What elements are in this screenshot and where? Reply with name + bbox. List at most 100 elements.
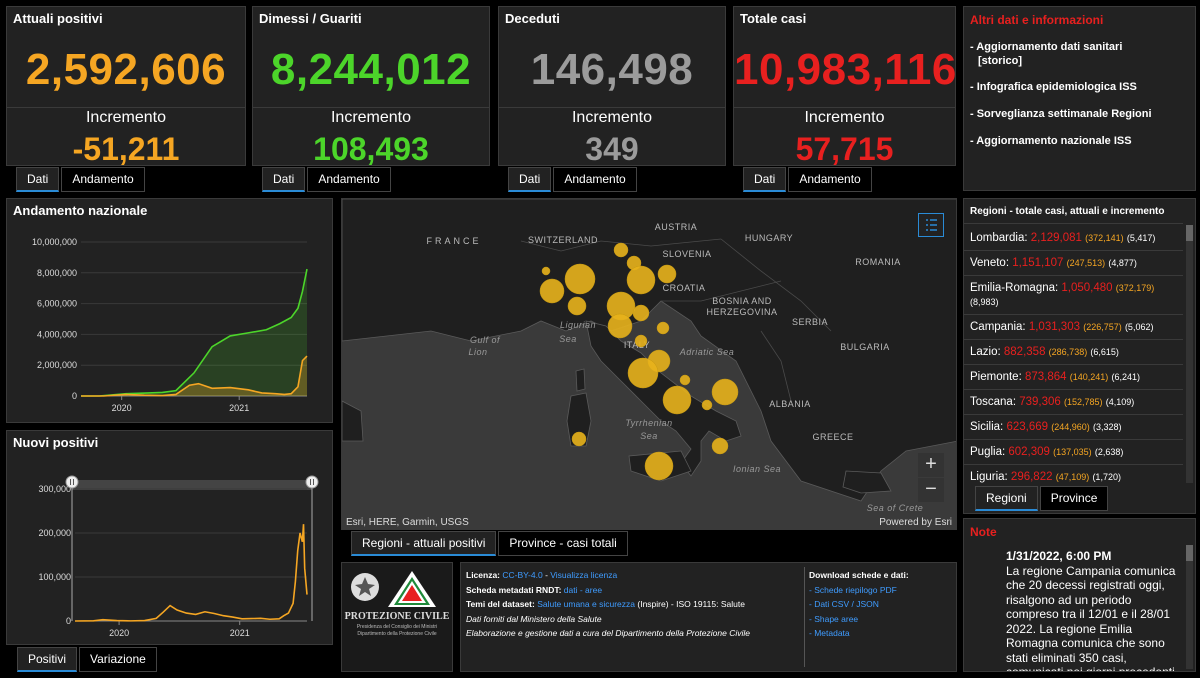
notes-scrollbar[interactable]	[1186, 545, 1193, 669]
region-bubble[interactable]	[657, 264, 677, 284]
zoom-in-button[interactable]: +	[918, 453, 944, 477]
region-bubble[interactable]	[567, 296, 587, 316]
tab-andamento[interactable]: Andamento	[553, 167, 637, 192]
licenza-link[interactable]: Visualizza licenza	[550, 570, 617, 580]
rndt-link[interactable]: dati - aree	[564, 585, 602, 595]
info-link-sorveglianza[interactable]: - Sorveglianza settimanale Regioni	[970, 108, 1152, 120]
region-name: Lombardia:	[970, 232, 1028, 244]
region-name: Liguria:	[970, 471, 1008, 483]
region-bubble[interactable]	[626, 265, 656, 295]
info-link-iss[interactable]: - Aggiornamento nazionale ISS	[970, 135, 1152, 147]
region-total: 2,129,081	[1030, 232, 1082, 244]
region-row[interactable]: Lazio: 882,358 (286,738) (6,615)	[970, 345, 1185, 359]
regions-scrollbar-thumb[interactable]	[1186, 225, 1193, 241]
region-bubble[interactable]	[711, 378, 739, 406]
region-row[interactable]: Campania: 1,031,303 (226,757) (5,062)	[970, 320, 1185, 334]
tab-dati[interactable]: Dati	[508, 167, 552, 192]
region-bubble[interactable]	[679, 374, 691, 386]
legend-button[interactable]	[918, 213, 944, 237]
licenza-label: Licenza:	[466, 570, 501, 580]
range-handle-right[interactable]	[305, 475, 319, 489]
region-bubble[interactable]	[607, 313, 633, 339]
map-sea-label: Sea	[640, 431, 658, 441]
tab-regioni-attuali[interactable]: Regioni - attuali positivi	[351, 531, 497, 556]
region-bubble[interactable]	[711, 437, 729, 455]
series-line	[74, 524, 308, 622]
region-increment: (5,417)	[1126, 233, 1156, 243]
tab-variazione[interactable]: Variazione	[79, 647, 157, 672]
region-bubble[interactable]	[613, 242, 629, 258]
tab-regioni[interactable]: Regioni	[975, 486, 1038, 511]
region-current: (226,757)	[1083, 322, 1122, 332]
stat-title: Dimessi / Guariti	[259, 11, 362, 26]
region-row[interactable]: Emilia-Romagna: 1,050,480 (372,179) (8,9…	[970, 281, 1180, 309]
tab-province-casi[interactable]: Province - casi totali	[498, 531, 628, 556]
info-link-infografica[interactable]: - Infografica epidemiologica ISS	[970, 81, 1152, 93]
list-icon	[926, 219, 937, 231]
map-view[interactable]: FRANCE SWITZERLAND AUSTRIA SLOVENIA HUNGARY R…	[341, 198, 957, 530]
tab-dati[interactable]: Dati	[262, 167, 306, 192]
region-bubble[interactable]	[634, 334, 648, 348]
region-current: (152,785)	[1064, 397, 1103, 407]
region-bubble[interactable]	[541, 266, 551, 276]
map-country-label: GREECE	[812, 432, 853, 442]
region-bubble[interactable]	[627, 357, 659, 389]
region-current: (137,035)	[1053, 447, 1092, 457]
region-name: Campania:	[970, 321, 1026, 333]
region-bubble[interactable]	[656, 321, 670, 335]
info-link-storico[interactable]: [storico]	[978, 55, 1152, 67]
tab-andamento[interactable]: Andamento	[788, 167, 872, 192]
region-bubble[interactable]	[644, 451, 674, 481]
notes-line: comunicati nei giorni precedenti	[1006, 665, 1175, 672]
download-csv-link[interactable]: - Dati CSV / JSON	[809, 597, 909, 612]
trend-chart: 10,000,000 8,000,000 6,000,000 4,000,000 2,0…	[32, 237, 308, 413]
x-tick-label: 2020	[109, 628, 129, 638]
region-bubble[interactable]	[662, 385, 692, 415]
map-powered-by[interactable]: Powered by Esri	[879, 517, 952, 528]
region-name: Piemonte:	[970, 371, 1022, 383]
temi-link[interactable]: Salute umana e sicurezza	[537, 599, 635, 609]
map-country-label: AUSTRIA	[655, 222, 698, 232]
region-bubble[interactable]	[564, 263, 596, 295]
logo-name: PROTEZIONE CIVILE	[344, 611, 450, 622]
region-bubble[interactable]	[571, 431, 587, 447]
stat-increment-value: -51,211	[72, 131, 180, 167]
newpos-chart: 300,000 200,000 100,000 0 2020 2021	[38, 475, 319, 638]
region-row[interactable]: Piemonte: 873,864 (140,241) (6,241)	[970, 370, 1185, 384]
region-bubble[interactable]	[632, 304, 650, 322]
notes-scrollbar-thumb[interactable]	[1186, 545, 1193, 561]
range-handle-left[interactable]	[65, 475, 79, 489]
map-country-label: SERBIA	[792, 317, 828, 327]
tab-province[interactable]: Province	[1039, 486, 1109, 511]
download-metadata-link[interactable]: - Metadata	[809, 626, 909, 641]
region-row[interactable]: Puglia: 602,309 (137,035) (2,638)	[970, 445, 1185, 459]
regions-scrollbar[interactable]	[1186, 225, 1193, 483]
region-total: 296,822	[1010, 471, 1053, 483]
notes-line: La regione Campania comunica	[1006, 563, 1176, 578]
stat-panel-attuali-positivi: Attuali positivi 2,592,606 Incremento -5…	[6, 6, 246, 167]
region-row[interactable]: Sicilia: 623,669 (244,960) (3,328)	[970, 420, 1185, 434]
region-increment: (8,983)	[970, 297, 999, 307]
tab-andamento[interactable]: Andamento	[61, 167, 145, 192]
newpos-panel: Nuovi positivi 300,000 200,000 100,000 0 202…	[6, 430, 333, 645]
region-row[interactable]: Toscana: 739,306 (152,785) (4,109)	[970, 395, 1185, 409]
map-sea-label: Sea	[559, 334, 577, 344]
region-row[interactable]: Liguria: 296,822 (47,109) (1,720)	[970, 470, 1185, 484]
stat-increment-value: 108,493	[313, 131, 429, 167]
tab-dati[interactable]: Dati	[16, 167, 60, 192]
zoom-out-button[interactable]: −	[918, 478, 944, 502]
download-shape-link[interactable]: - Shape aree	[809, 612, 909, 627]
tab-andamento[interactable]: Andamento	[307, 167, 391, 192]
map-country-label: SLOVENIA	[662, 249, 711, 259]
stat-panel-deceduti: Deceduti 146,498 Incremento 349	[498, 6, 726, 167]
region-row[interactable]: Veneto: 1,151,107 (247,513) (4,877)	[970, 256, 1185, 270]
tab-dati[interactable]: Dati	[743, 167, 787, 192]
y-tick-label: 2,000,000	[37, 360, 77, 370]
download-pdf-link[interactable]: - Schede riepilogo PDF	[809, 583, 909, 598]
region-row[interactable]: Lombardia: 2,129,081 (372,141) (5,417)	[970, 231, 1185, 245]
licenza-value[interactable]: CC-BY-4.0	[502, 570, 542, 580]
region-bubble[interactable]	[539, 278, 565, 304]
info-link-dati-sanitari[interactable]: - Aggiornamento dati sanitari	[970, 41, 1152, 53]
tab-positivi[interactable]: Positivi	[17, 647, 78, 672]
region-bubble[interactable]	[701, 399, 713, 411]
